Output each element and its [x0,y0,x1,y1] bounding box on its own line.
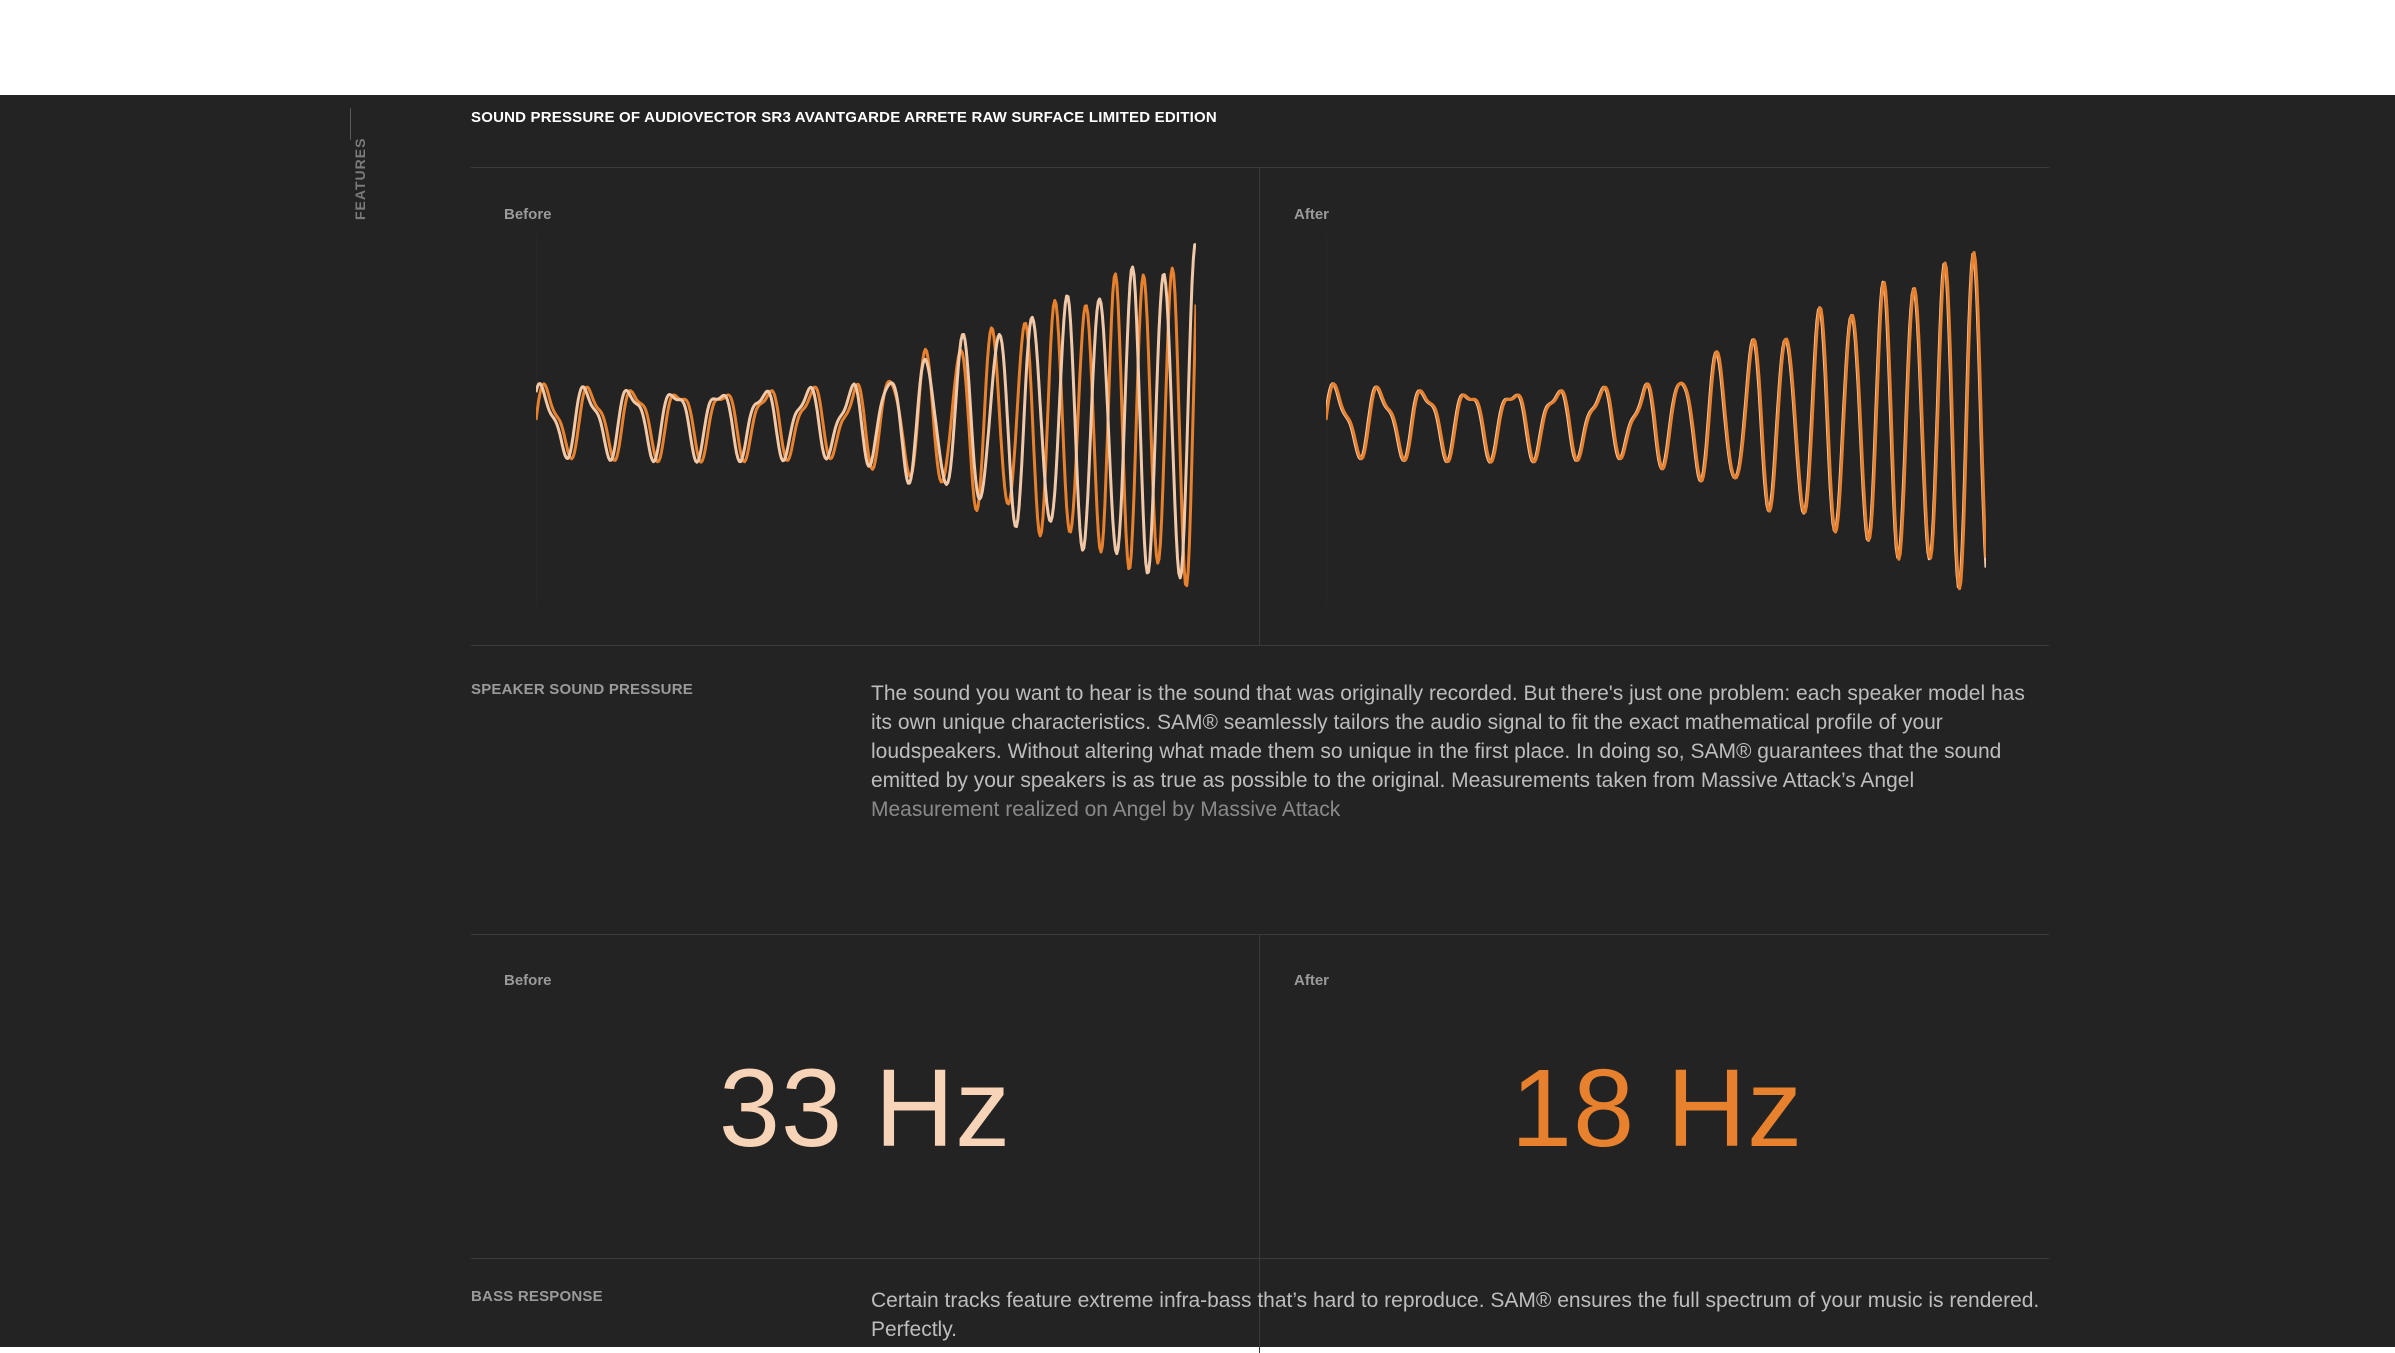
bass-response-description: Certain tracks feature extreme infra-bas… [871,1289,2040,1341]
after-label: After [1294,206,1330,223]
before-label: Before [504,206,552,223]
speaker-sound-pressure-description: The sound you want to hear is the sound … [871,679,2051,824]
after-label: After [1294,972,1330,989]
divider [471,934,2049,935]
section-title: SOUND PRESSURE OF AUDIOVECTOR SR3 AVANTG… [471,109,1217,126]
divider [471,1258,2049,1259]
description-text: The sound you want to hear is the sound … [871,682,2025,792]
bass-before-value: 33 Hz [718,1047,1012,1170]
before-waveform-chart [536,235,1196,605]
row-label-speaker-sound-pressure: SPEAKER SOUND PRESSURE [471,681,693,698]
divider [471,167,2049,168]
side-divider [350,108,351,140]
after-waveform-chart [1326,235,1986,605]
row-label-bass-response: BASS RESPONSE [471,1288,603,1305]
divider [471,645,2049,646]
top-bar [0,0,2395,95]
processed-waveform [1326,250,1986,591]
panel-divider [1259,168,1260,645]
side-label-features: FEATURES [352,137,368,220]
before-label: Before [504,972,552,989]
features-section: FEATURES SOUND PRESSURE OF AUDIOVECTOR S… [0,95,2395,1353]
measurement-caption: Measurement realized on Angel by Massive… [871,798,1341,821]
bass-after-value: 18 Hz [1510,1047,1804,1170]
